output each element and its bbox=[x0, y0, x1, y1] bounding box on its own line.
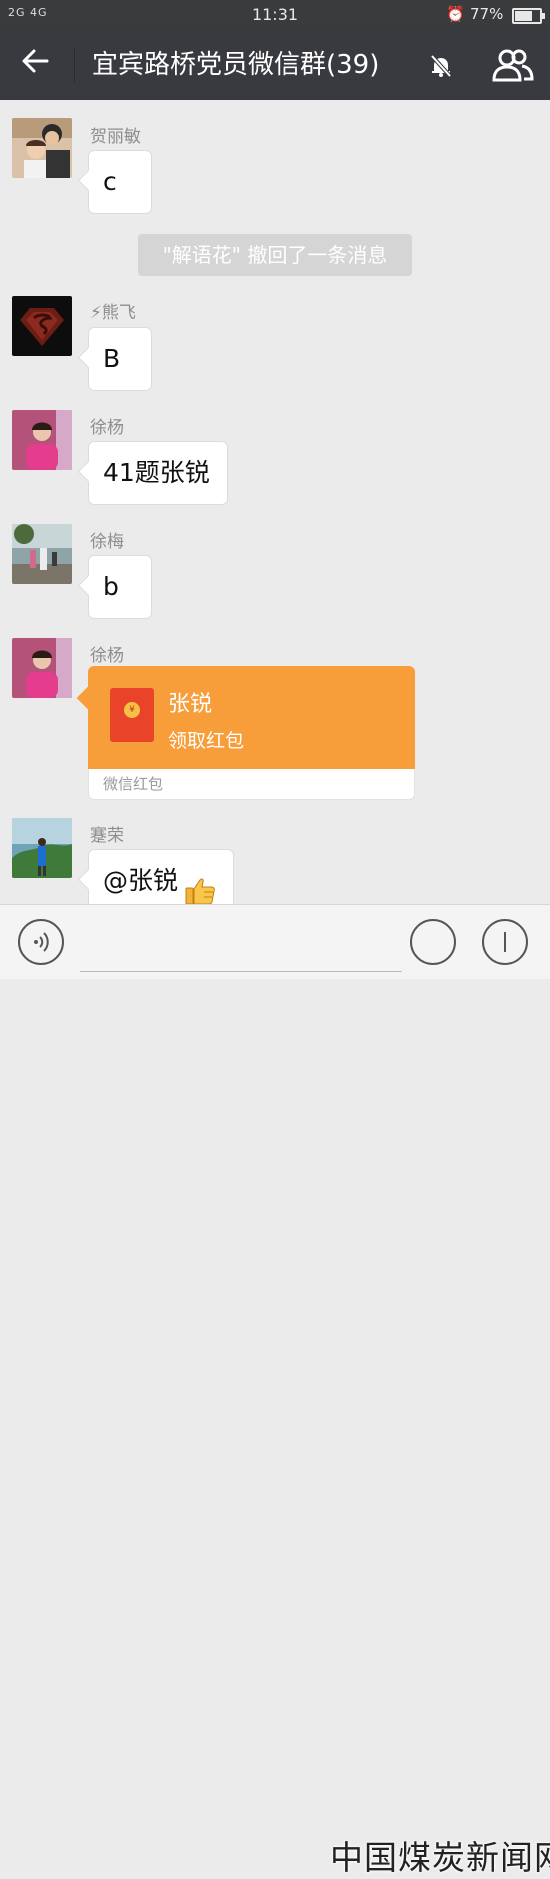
voice-icon[interactable] bbox=[18, 919, 64, 965]
message-text: @张锐 bbox=[103, 866, 179, 895]
avatar[interactable] bbox=[12, 818, 72, 878]
thumbs-up-emoji-icon bbox=[184, 867, 216, 904]
red-packet-card[interactable]: ¥ 张锐 领取红包 微信红包 bbox=[88, 666, 415, 800]
recall-notice: "解语花" 撤回了一条消息 bbox=[138, 234, 412, 276]
avatar[interactable] bbox=[12, 638, 72, 698]
sender-name: 贺丽敏 bbox=[90, 127, 141, 147]
message-bubble[interactable]: @张锐 bbox=[88, 849, 234, 904]
emoji-icon[interactable] bbox=[410, 919, 456, 965]
battery-percent: 77% bbox=[470, 5, 504, 23]
sender-name: 徐杨 bbox=[90, 646, 124, 666]
header-divider bbox=[74, 48, 75, 82]
sender-name: ⚡熊飞 bbox=[90, 303, 136, 323]
status-bar: 2G 4G 11:31 ⏰ 77% bbox=[0, 0, 550, 30]
red-packet-title: 张锐 bbox=[168, 692, 213, 717]
back-arrow-icon[interactable] bbox=[20, 46, 50, 85]
message-bubble[interactable]: B bbox=[88, 327, 152, 391]
red-packet-action: 领取红包 bbox=[168, 730, 245, 752]
message-bubble[interactable]: b bbox=[88, 555, 152, 619]
sender-name: 蹇荣 bbox=[90, 826, 124, 846]
sender-name: 徐梅 bbox=[90, 532, 124, 552]
avatar[interactable] bbox=[12, 410, 72, 470]
chat-title: 宜宾路桥党员微信群(39) bbox=[92, 50, 380, 80]
avatar[interactable] bbox=[12, 118, 72, 178]
message-bubble[interactable]: 41题张锐 bbox=[88, 441, 228, 505]
chat-area[interactable]: 贺丽敏 c "解语花" 撤回了一条消息 ⚡熊飞 B 徐杨 41题张锐 徐梅 b … bbox=[0, 100, 550, 904]
chat-header: 宜宾路桥党员微信群(39) bbox=[0, 30, 550, 100]
group-members-icon[interactable] bbox=[492, 48, 534, 82]
alarm-icon: ⏰ bbox=[446, 5, 465, 23]
status-time: 11:31 bbox=[251, 5, 299, 24]
avatar[interactable] bbox=[12, 296, 72, 356]
red-packet-footer-label: 微信红包 bbox=[103, 775, 164, 793]
avatar[interactable] bbox=[12, 524, 72, 584]
input-bar: 中国煤炭新闻网 bbox=[0, 904, 550, 1877]
red-packet-footer: 微信红包 bbox=[88, 769, 415, 800]
bell-muted-icon bbox=[428, 54, 454, 78]
red-envelope-icon: ¥ bbox=[110, 688, 154, 742]
watermark: 中国煤炭新闻网 bbox=[330, 1838, 550, 1877]
red-packet-body[interactable]: ¥ 张锐 领取红包 bbox=[88, 666, 415, 769]
message-input[interactable] bbox=[80, 931, 402, 972]
battery-icon bbox=[512, 8, 545, 24]
message-bubble[interactable]: c bbox=[88, 150, 152, 214]
sender-name: 徐杨 bbox=[90, 418, 124, 438]
plus-icon[interactable] bbox=[482, 919, 528, 965]
